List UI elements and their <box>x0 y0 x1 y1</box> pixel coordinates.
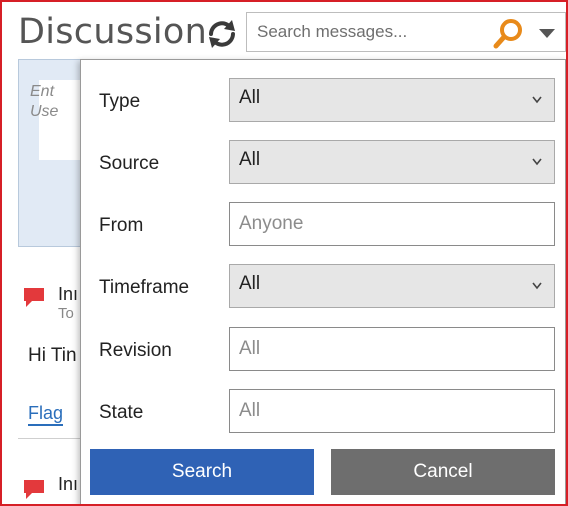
message-title: Inı <box>58 474 79 494</box>
chevron-down-icon <box>532 158 542 166</box>
message-body: Hi Tin <box>28 345 77 366</box>
revision-label: Revision <box>99 340 172 361</box>
revision-input[interactable] <box>229 327 555 371</box>
page-title: Discussion <box>18 12 208 52</box>
type-select-value: All <box>239 87 261 108</box>
from-input[interactable] <box>229 202 555 246</box>
message-bubble-icon <box>24 288 44 307</box>
state-label: State <box>99 402 144 423</box>
search-button[interactable]: Search <box>90 449 314 495</box>
search-input[interactable] <box>247 13 487 51</box>
cancel-button[interactable]: Cancel <box>331 449 555 495</box>
source-label: Source <box>99 153 160 174</box>
flag-link[interactable]: Flag <box>28 402 64 426</box>
chevron-down-icon[interactable] <box>537 26 557 40</box>
search-filter-panel: Type All Source All From Timeframe All <box>80 59 566 504</box>
message-title: Inı <box>58 284 79 304</box>
refresh-icon[interactable] <box>204 16 240 52</box>
message-bubble-icon <box>24 480 44 499</box>
message-subtitle: To <box>58 305 74 322</box>
timeframe-select-value: All <box>239 273 261 294</box>
search-box <box>246 12 566 52</box>
compose-placeholder: Ent Use <box>30 83 59 120</box>
type-label: Type <box>99 91 141 112</box>
timeframe-select[interactable]: All <box>229 264 555 308</box>
chevron-down-icon <box>532 96 542 104</box>
timeframe-label: Timeframe <box>99 277 190 298</box>
discussion-window: Discussion Ent Use Inı To Hi Tin Flag In… <box>0 0 568 506</box>
chevron-down-icon <box>532 282 542 290</box>
search-icon[interactable] <box>491 17 525 51</box>
from-label: From <box>99 215 144 236</box>
source-select-value: All <box>239 149 261 170</box>
state-input[interactable] <box>229 389 555 433</box>
source-select[interactable]: All <box>229 140 555 184</box>
type-select[interactable]: All <box>229 78 555 122</box>
